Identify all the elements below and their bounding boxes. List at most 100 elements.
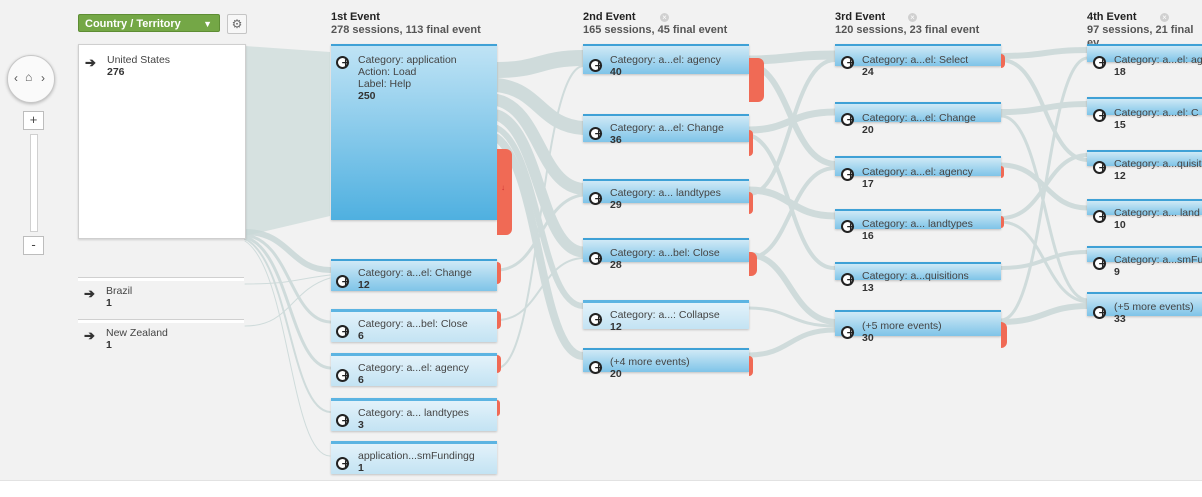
drop-off-bar[interactable] <box>749 252 757 276</box>
event-node[interactable]: Category: a...el: C 15 <box>1087 97 1202 131</box>
column-title: 2nd Event <box>583 11 636 23</box>
event-label: Category: a... landtypes <box>358 407 469 419</box>
chevron-right-icon[interactable]: › <box>41 71 45 85</box>
event-node[interactable]: Category: a...smFu 9 <box>1087 246 1202 278</box>
event-node[interactable]: (+5 more events) 33 <box>1087 292 1202 325</box>
caret-down-icon: ▼ <box>203 19 212 29</box>
event-node[interactable]: Category: a...: Collapse 12 <box>583 300 749 333</box>
zoom-pan-control[interactable]: ‹ ⌂ › <box>7 55 55 103</box>
drop-off-bar[interactable] <box>749 130 753 156</box>
event-node[interactable]: Category: a... landtypes 3 <box>331 398 497 431</box>
source-bar <box>78 319 244 323</box>
source-node[interactable]: ➔ New Zealand 1 <box>78 326 244 356</box>
drop-off-bar[interactable] <box>749 58 764 102</box>
event-count: 10 <box>1114 219 1126 231</box>
event-label: Category: a...smFu <box>1114 254 1202 266</box>
event-node-icon <box>589 361 603 374</box>
drop-off-bar[interactable] <box>749 356 753 376</box>
arrow-right-icon: ➔ <box>84 286 95 301</box>
event-node-icon <box>1093 161 1107 174</box>
drop-off-bar[interactable] <box>497 262 501 284</box>
event-node[interactable]: Category: a... landtypes 29 <box>583 179 749 211</box>
event-node-icon <box>589 313 603 326</box>
close-icon[interactable]: × <box>1160 13 1169 22</box>
close-icon[interactable]: × <box>660 13 669 22</box>
event-count: 17 <box>862 178 874 190</box>
event-label: Category: a...el: Change <box>862 112 976 124</box>
event-node[interactable]: Category: a...el: ag 18 <box>1087 44 1202 78</box>
event-label: Category: a...el: Change <box>610 122 724 134</box>
zoom-slider-track[interactable] <box>30 134 38 232</box>
source-node[interactable]: ➔ Brazil 1 <box>78 284 244 314</box>
event-node[interactable]: Category: a...el: agency 17 <box>835 156 1001 190</box>
event-count: 13 <box>862 282 874 294</box>
event-node[interactable]: (+4 more events) 20 <box>583 348 749 380</box>
event-node[interactable]: Category: a... landtypes 16 <box>835 209 1001 242</box>
event-node[interactable]: Category: a...bel: Close 28 <box>583 238 749 271</box>
event-node[interactable]: (+5 more events) 30 <box>835 310 1001 344</box>
source-label: United States <box>107 54 171 66</box>
column-header-3: 3rd Event 120 sessions, 23 final event <box>835 11 979 37</box>
event-label: Category: a...bel: Close <box>610 247 720 259</box>
event-node-icon <box>589 127 603 140</box>
event-label: Category: a...bel: Close <box>358 318 468 330</box>
event-node[interactable]: Category: a...el: Change 20 <box>835 102 1001 136</box>
event-node[interactable]: Category: a...bel: Close 6 <box>331 309 497 342</box>
event-count: 12 <box>610 321 622 333</box>
drop-off-bar[interactable] <box>749 192 753 214</box>
column-title: 1st Event <box>331 11 380 23</box>
event-count: 3 <box>358 419 364 431</box>
event-node[interactable]: Category: a... land 10 <box>1087 199 1202 231</box>
arrow-right-icon: ➔ <box>84 328 95 343</box>
event-node-icon <box>1093 109 1107 122</box>
drop-off-bar[interactable] <box>497 355 501 373</box>
event-count: 28 <box>610 259 622 271</box>
dimension-selector[interactable]: Country / Territory ▼ <box>78 14 220 32</box>
column-summary: 120 sessions, 23 final event <box>835 24 980 36</box>
event-node-icon <box>336 56 350 69</box>
event-node-icon <box>841 220 855 233</box>
event-node[interactable]: Category: a...el: agency 40 <box>583 44 749 78</box>
drop-off-bar[interactable] <box>1001 322 1007 348</box>
event-count: 40 <box>610 66 622 78</box>
drop-off-bar[interactable] <box>497 400 500 416</box>
drop-off-bar[interactable] <box>1001 216 1004 228</box>
event-node[interactable]: Category: a...el: Change 36 <box>583 114 749 146</box>
column-summary: 165 sessions, 45 final event <box>583 24 728 36</box>
event-node[interactable]: Category: a...el: Select 24 <box>835 44 1001 78</box>
drop-off-bar[interactable] <box>1001 166 1004 178</box>
event-count: 30 <box>862 332 874 344</box>
source-label: Brazil <box>106 285 133 297</box>
event-label: Category: a...el: ag <box>1114 54 1202 66</box>
zoom-out-button[interactable]: - <box>23 236 44 255</box>
event-action: Action: Load <box>358 66 417 78</box>
event-count: 9 <box>1114 266 1120 278</box>
event-node[interactable]: Category: application Action: Load Label… <box>331 44 497 220</box>
event-node[interactable]: Category: a...el: agency 6 <box>331 353 497 386</box>
event-label-detail: Label: Help <box>358 78 412 90</box>
gear-icon[interactable]: ⚙ <box>227 14 247 34</box>
drop-off-bar[interactable]: ↓ <box>497 149 512 235</box>
event-count: 20 <box>610 368 622 380</box>
source-bar <box>78 277 244 281</box>
event-count: 33 <box>1114 313 1126 325</box>
source-count: 1 <box>106 297 112 309</box>
drop-off-bar[interactable] <box>497 311 501 329</box>
source-label: New Zealand <box>106 327 168 339</box>
event-count: 6 <box>358 330 364 342</box>
home-icon[interactable]: ⌂ <box>25 70 32 84</box>
source-node[interactable]: ➔ United States 276 <box>78 44 246 239</box>
close-icon[interactable]: × <box>908 13 917 22</box>
exit-arrow-icon: ↓ <box>501 183 505 192</box>
event-node[interactable]: Category: a...quisitions 13 <box>835 262 1001 294</box>
event-node[interactable]: Category: a...quisiti 12 <box>1087 150 1202 182</box>
event-node[interactable]: application...smFundingg 1 <box>331 441 497 474</box>
event-node[interactable]: Category: a...el: Change 12 <box>331 259 497 291</box>
event-label: application...smFundingg <box>358 450 475 462</box>
event-label: Category: a...: Collapse <box>610 309 720 321</box>
chevron-left-icon[interactable]: ‹ <box>14 71 18 85</box>
zoom-in-button[interactable]: + <box>23 111 44 130</box>
drop-off-bar[interactable] <box>1001 54 1005 68</box>
event-node-icon <box>1093 306 1107 319</box>
event-count: 1 <box>358 462 364 474</box>
